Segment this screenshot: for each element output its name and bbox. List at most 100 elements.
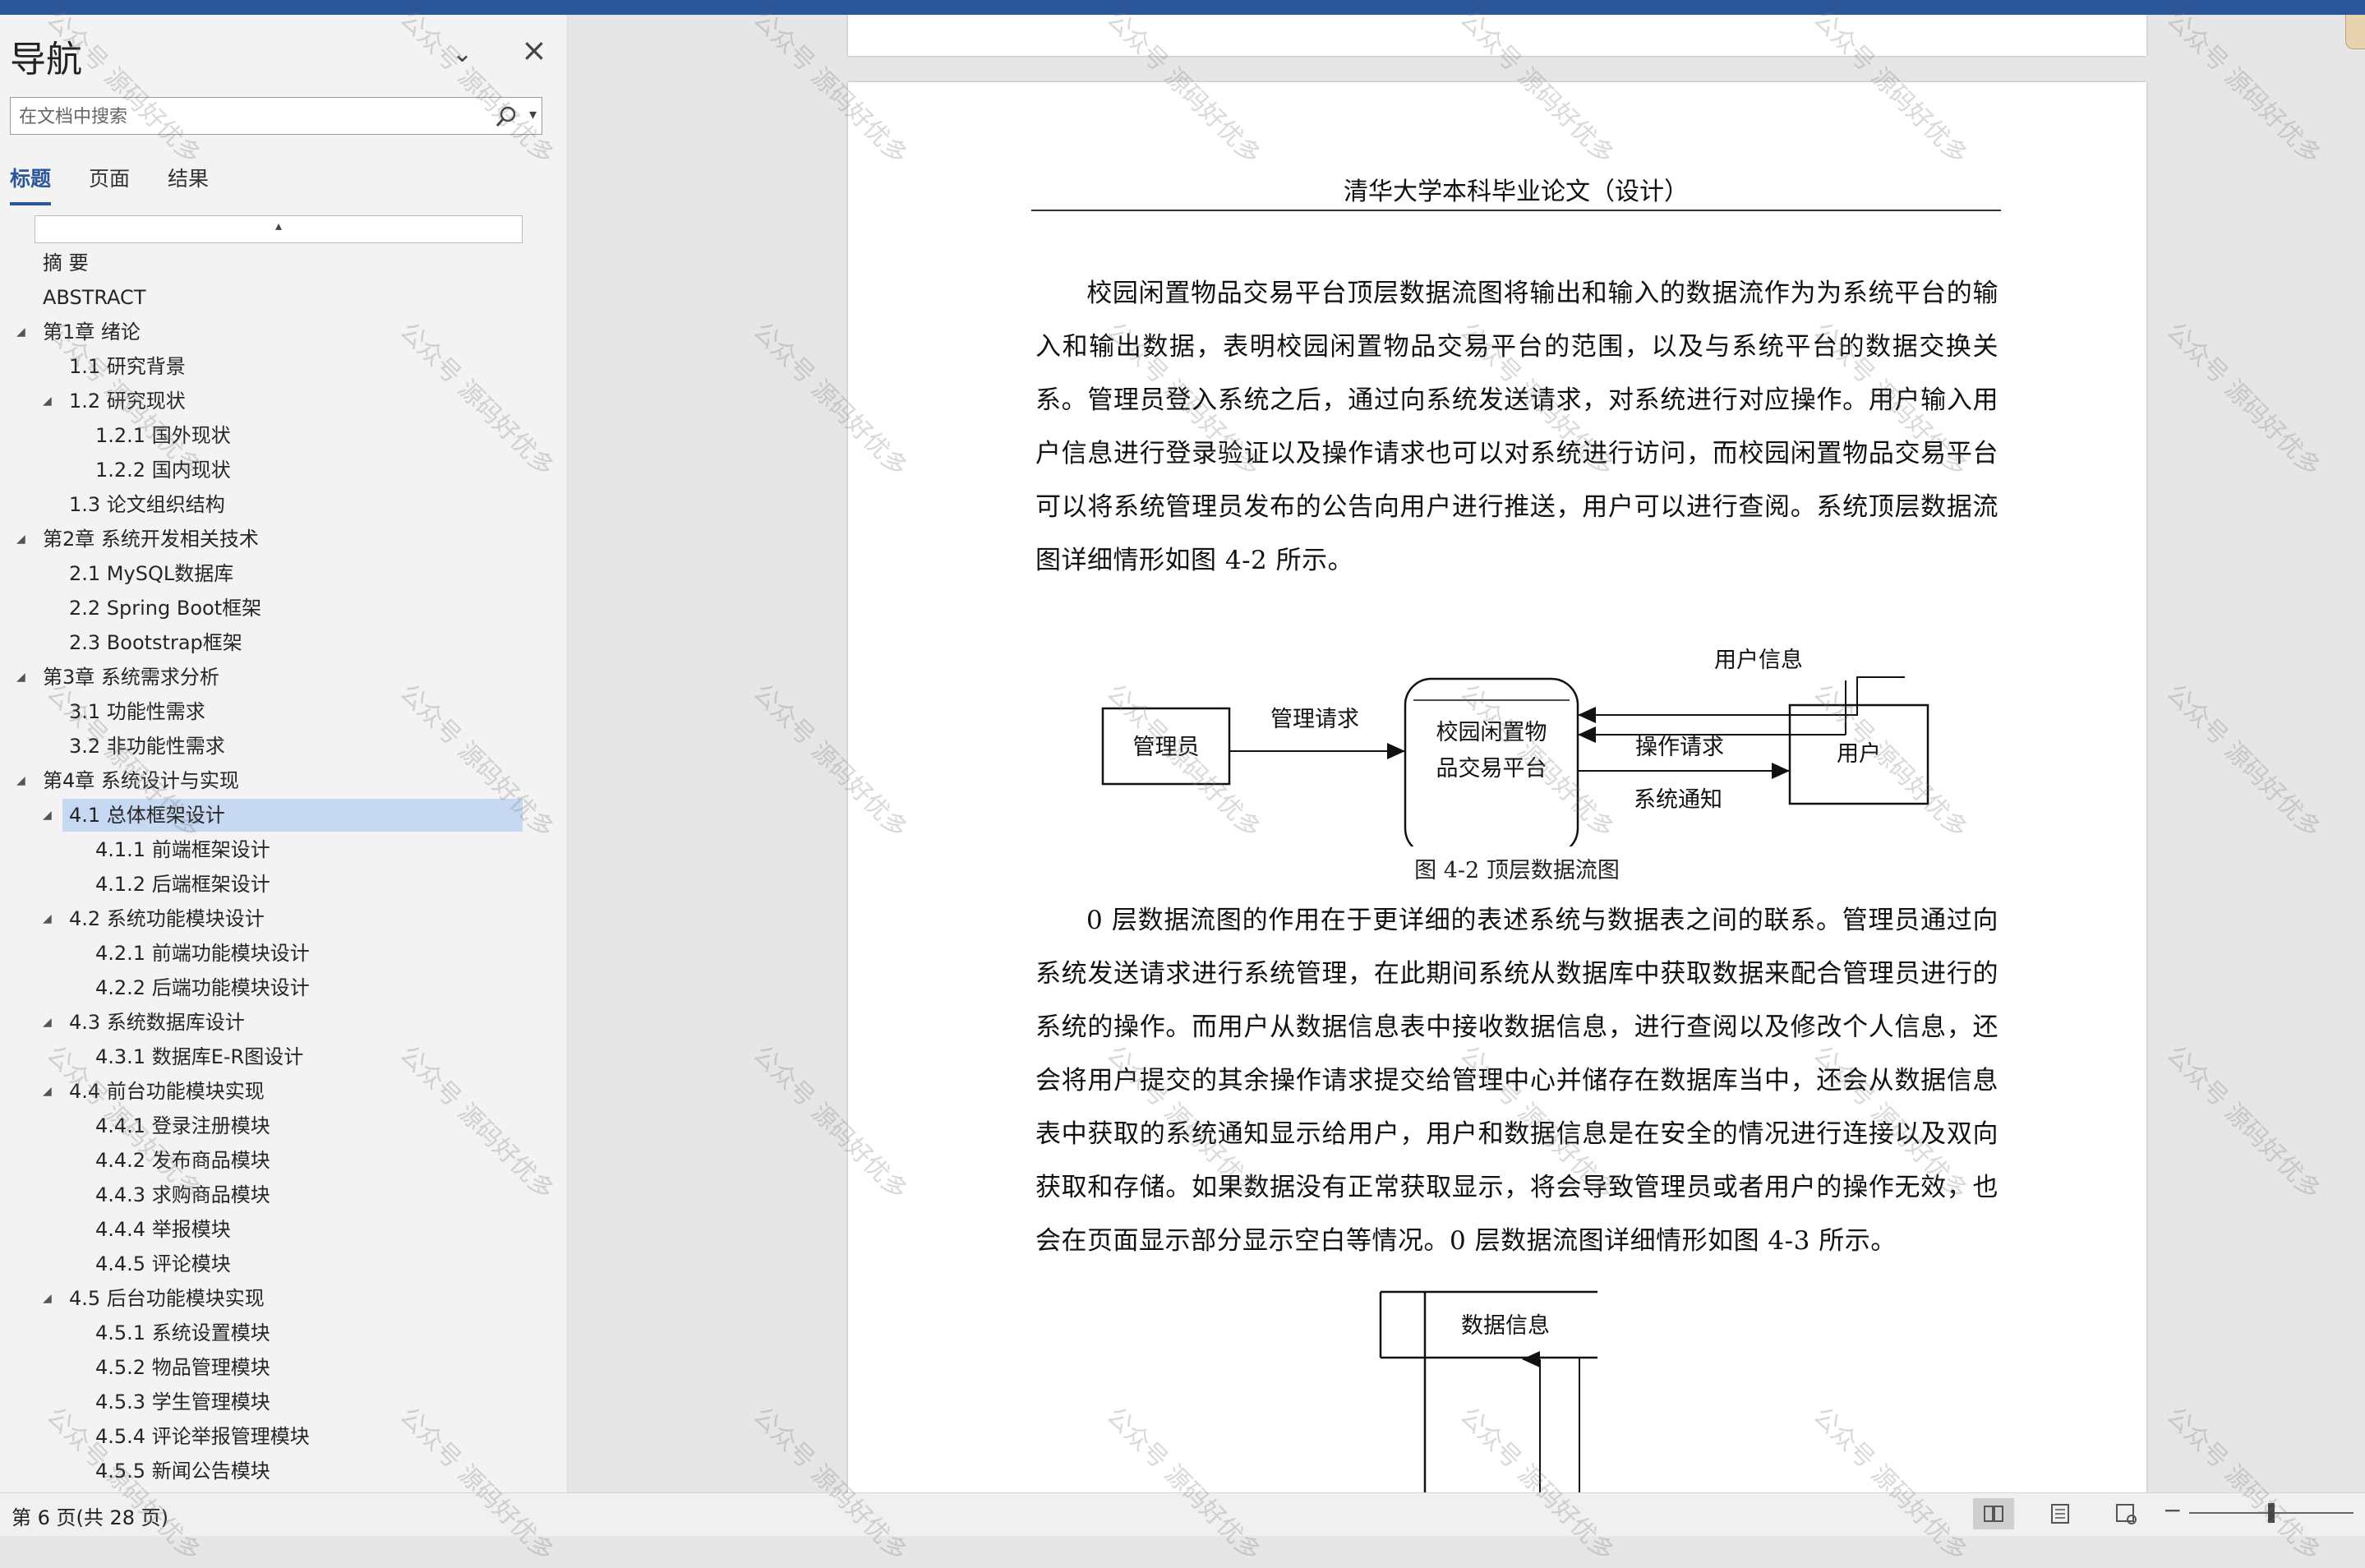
expand-triangle-icon[interactable]: ◢ (43, 799, 52, 832)
page-count-status[interactable]: 第 6 页(共 28 页) (12, 1501, 168, 1530)
zoom-out-button[interactable]: − (2163, 1497, 2182, 1524)
ime-indicator[interactable]: 中 (2345, 15, 2365, 49)
system-notice-label: 系统通知 (1634, 787, 1722, 813)
document-page[interactable]: 清华大学本科毕业论文（设计） 校园闲置物品交易平台顶层数据流图将输出和输入的数据… (848, 82, 2146, 1492)
nav-heading-item[interactable]: 1.1 研究背景 (0, 350, 559, 383)
nav-heading-item[interactable]: 4.2.1 前端功能模块设计 (0, 937, 559, 970)
paragraph-text: 校园闲置物品交易平台顶层数据流图将输出和输入的数据流作为为系统平台的输入和输出数… (1035, 279, 1998, 575)
operation-request-label: 操作请求 (1635, 735, 1724, 760)
nav-heading-item[interactable]: 4.5.3 学生管理模块 (0, 1386, 559, 1418)
nav-heading-item[interactable]: ABSTRACT (0, 281, 559, 314)
scroll-up-icon: ▴ (275, 218, 283, 233)
nav-heading-label: 4.4.2 发布商品模块 (95, 1149, 270, 1172)
read-mode-view-icon[interactable] (1973, 1498, 2014, 1529)
user-info-flow-1 (1578, 676, 1905, 723)
nav-heading-label: 4.1.2 后端框架设计 (95, 873, 270, 896)
nav-scroll-up-button[interactable]: ▴ (35, 215, 523, 243)
expand-triangle-icon[interactable]: ◢ (43, 1282, 52, 1315)
nav-heading-label: 4.4.4 举报模块 (95, 1218, 231, 1241)
expand-triangle-icon[interactable]: ◢ (43, 902, 52, 935)
nav-heading-item[interactable]: 2.1 MySQL数据库 (0, 557, 559, 590)
nav-heading-label: 1.2 研究现状 (69, 390, 186, 413)
nav-heading-label: 1.2.2 国内现状 (95, 459, 231, 482)
body-paragraph[interactable]: 0 层数据流图的作用在于更详细的表述系统与数据表之间的联系。管理员通过向系统发送… (1035, 894, 1998, 1268)
nav-heading-item[interactable]: 4.4.1 登录注册模块 (0, 1109, 559, 1142)
nav-heading-item[interactable]: ◢ 4.4 前台功能模块实现 (0, 1075, 559, 1108)
nav-heading-label: 4.2.1 前端功能模块设计 (95, 942, 310, 965)
level0-dataflow-diagram: 数据信息 (1379, 1290, 1597, 1492)
nav-heading-item[interactable]: 2.3 Bootstrap框架 (0, 626, 559, 659)
nav-heading-item[interactable]: ◢ 4.2 系统功能模块设计 (0, 902, 559, 935)
tab-pages[interactable]: 页面 (89, 163, 130, 202)
expand-triangle-icon[interactable]: ◢ (43, 1006, 52, 1039)
nav-heading-item[interactable]: 4.4.2 发布商品模块 (0, 1144, 559, 1177)
admin-label: 管理员 (1133, 735, 1200, 760)
nav-heading-item[interactable]: 4.4.5 评论模块 (0, 1247, 559, 1280)
nav-heading-label: 4.4 前台功能模块实现 (69, 1080, 265, 1103)
expand-triangle-icon[interactable]: ◢ (16, 764, 25, 797)
expand-triangle-icon[interactable]: ◢ (16, 523, 25, 556)
nav-heading-item[interactable]: 4.5.5 新闻公告模块 (0, 1455, 559, 1487)
nav-heading-item[interactable]: 3.1 功能性需求 (0, 695, 559, 728)
nav-heading-item[interactable]: ◢ 1.2 研究现状 (0, 385, 559, 417)
nav-heading-item[interactable]: 4.5.1 系统设置模块 (0, 1317, 559, 1349)
expand-triangle-icon[interactable]: ◢ (16, 661, 25, 694)
data-store-label: 数据信息 (1461, 1313, 1550, 1339)
search-icon[interactable] (494, 104, 519, 129)
nav-heading-item[interactable]: ◢ 4.1 总体框架设计 (43, 799, 523, 832)
nav-heading-label: 3.2 非功能性需求 (69, 735, 225, 758)
nav-heading-item[interactable]: 4.2.2 后端功能模块设计 (0, 971, 559, 1004)
nav-heading-item[interactable]: 1.2.2 国内现状 (0, 454, 559, 487)
nav-heading-item[interactable]: ◢ 第4章 系统设计与实现 (0, 764, 559, 797)
nav-heading-item[interactable]: 3.2 非功能性需求 (0, 730, 559, 763)
nav-pane-title: 导航 (10, 39, 82, 81)
nav-heading-label: 4.3 系统数据库设计 (69, 1011, 245, 1034)
nav-heading-label: 4.4.5 评论模块 (95, 1252, 231, 1275)
nav-heading-item[interactable]: 1.2.1 国外现状 (0, 419, 559, 452)
nav-heading-label: 4.5.1 系统设置模块 (95, 1321, 270, 1344)
nav-heading-label: 4.2.2 后端功能模块设计 (95, 976, 310, 999)
body-paragraph[interactable]: 校园闲置物品交易平台顶层数据流图将输出和输入的数据流作为为系统平台的输入和输出数… (1035, 267, 1998, 588)
nav-heading-item[interactable]: 4.1.2 后端框架设计 (0, 868, 559, 901)
nav-heading-item[interactable]: 4.3.1 数据库E-R图设计 (0, 1040, 559, 1073)
nav-heading-label: 摘 要 (43, 251, 89, 274)
search-options-chevron-icon[interactable]: ▾ (529, 106, 537, 123)
web-layout-view-icon[interactable] (2105, 1498, 2146, 1529)
nav-heading-item[interactable]: 4.5.4 评论举报管理模块 (0, 1420, 559, 1453)
nav-heading-label: 4.5.5 新闻公告模块 (95, 1460, 270, 1483)
nav-search-box[interactable]: ▾ (10, 97, 542, 136)
nav-heading-label: 第3章 系统需求分析 (43, 666, 219, 689)
nav-heading-item[interactable]: ◢ 第2章 系统开发相关技术 (0, 523, 559, 556)
nav-heading-item[interactable]: ◢ 第1章 绪论 (0, 316, 559, 348)
tab-headings[interactable]: 标题 (10, 163, 52, 205)
nav-heading-label: 1.3 论文组织结构 (69, 493, 225, 516)
expand-triangle-icon[interactable]: ◢ (16, 316, 25, 348)
status-bar: 第 6 页(共 28 页) − (0, 1492, 2365, 1536)
close-icon[interactable]: × (521, 35, 547, 66)
zoom-slider-thumb[interactable] (2268, 1503, 2275, 1523)
nav-heading-item[interactable]: ◢ 第3章 系统需求分析 (0, 661, 559, 694)
document-canvas[interactable]: 中 清华大学本科毕业论文（设计） 校园闲置物品交易平台顶层数据流图将输出和输入的… (568, 15, 2365, 1492)
nav-heading-item[interactable]: 2.2 Spring Boot框架 (0, 592, 559, 625)
nav-heading-item[interactable]: 1.3 论文组织结构 (0, 488, 559, 521)
nav-heading-label: 1.2.1 国外现状 (95, 424, 231, 447)
nav-heading-label: 第4章 系统设计与实现 (43, 769, 239, 792)
print-layout-view-icon[interactable] (2040, 1498, 2081, 1529)
nav-heading-item[interactable]: ◢ 4.3 系统数据库设计 (0, 1006, 559, 1039)
nav-heading-label: 4.5 后台功能模块实现 (69, 1287, 265, 1310)
nav-heading-item[interactable]: 4.1.1 前端框架设计 (0, 833, 559, 866)
expand-triangle-icon[interactable]: ◢ (43, 1075, 52, 1108)
paragraph-text: 0 层数据流图的作用在于更详细的表述系统与数据表之间的联系。管理员通过向系统发送… (1035, 906, 1998, 1256)
nav-options-chevron-icon[interactable]: ⌄ (452, 39, 473, 68)
nav-heading-item[interactable]: 4.4.3 求购商品模块 (0, 1178, 559, 1211)
expand-triangle-icon[interactable]: ◢ (43, 385, 52, 417)
nav-heading-item[interactable]: 4.5.2 物品管理模块 (0, 1351, 559, 1384)
nav-heading-item[interactable]: 4.4.4 举报模块 (0, 1213, 559, 1246)
nav-heading-label: 4.1 总体框架设计 (69, 804, 225, 827)
search-input[interactable] (17, 98, 497, 136)
nav-heading-item[interactable]: 摘 要 (0, 247, 559, 279)
nav-heading-item[interactable]: ◢ 4.5 后台功能模块实现 (0, 1282, 559, 1315)
top-level-dataflow-diagram: 管理员 管理请求 校园闲置物 品交易平台 用户信息 用户 操作请求 系统通知 (1101, 648, 1929, 846)
platform-label-line2: 品交易平台 (1436, 756, 1547, 782)
tab-results[interactable]: 结果 (168, 163, 209, 202)
